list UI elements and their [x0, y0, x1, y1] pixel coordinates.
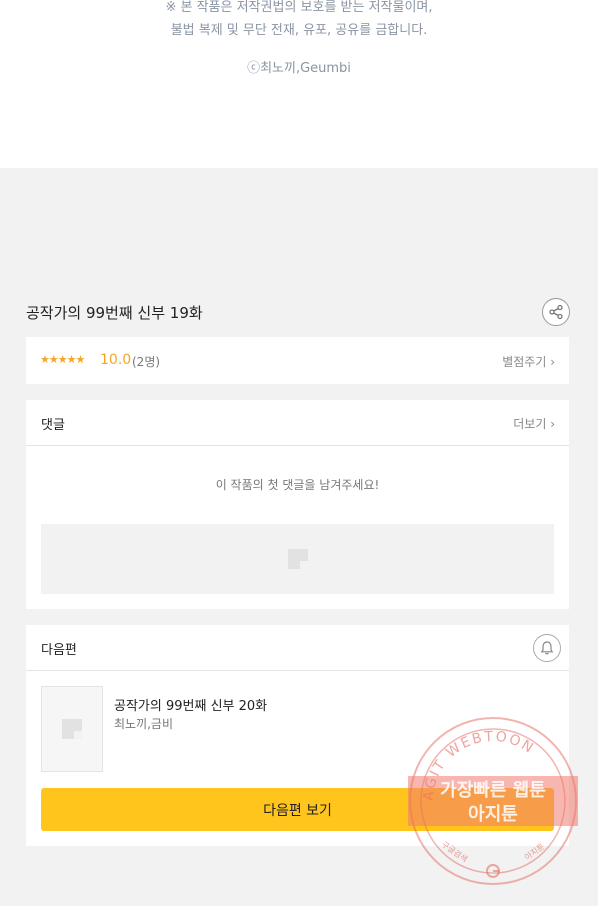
- next-episode-header: 다음편: [26, 625, 569, 671]
- next-episode-card: 다음편 공작가의 99번째 신부 20화 최노끼,금비 다음편 보기: [26, 625, 569, 846]
- share-icon: [549, 304, 563, 320]
- next-episode-button[interactable]: 다음편 보기: [41, 788, 554, 831]
- episode-title: 공작가의 99번째 신부 19화: [26, 304, 203, 322]
- rating-stars: ★★★★★: [40, 353, 85, 366]
- bell-icon: [540, 641, 554, 655]
- google-g-icon: [486, 864, 500, 878]
- notice-line-2: 불법 복제 및 무단 전재, 유포, 공유를 금합니다.: [170, 23, 428, 38]
- copyright-notice: ※ 본 작품은 저작권법의 보호를 받는 저작물이며, 불법 복제 및 무단 전…: [0, 0, 598, 168]
- comments-card: 댓글 더보기 › 이 작품의 첫 댓글을 남겨주세요!: [26, 400, 569, 609]
- rate-button[interactable]: 별점주기 ›: [502, 353, 555, 370]
- rating-count: (2명): [132, 355, 161, 369]
- notice-line-1: ※ 본 작품은 저작권법의 보호를 받는 저작물이며,: [165, 0, 433, 15]
- notification-button[interactable]: [533, 634, 561, 662]
- rating-score: 10.0: [100, 352, 132, 368]
- next-episode-label: 다음편: [41, 643, 77, 658]
- next-episode-thumbnail[interactable]: [41, 686, 103, 772]
- comments-header: 댓글 더보기 ›: [26, 400, 569, 446]
- comment-input-area[interactable]: [41, 524, 554, 594]
- copyright-text: ⓒ최노끼,Geumbi: [247, 61, 351, 76]
- next-episode-title[interactable]: 공작가의 99번째 신부 20화: [114, 695, 267, 714]
- comments-title: 댓글: [41, 418, 65, 433]
- next-episode-author: 최노끼,금비: [114, 717, 174, 731]
- share-button[interactable]: [542, 298, 570, 326]
- image-placeholder-icon: [62, 719, 82, 739]
- image-placeholder-icon: [288, 549, 308, 569]
- rating-card: ★★★★★ 10.0 (2명) 별점주기 ›: [26, 337, 569, 384]
- empty-comments-message: 이 작품의 첫 댓글을 남겨주세요!: [215, 478, 380, 492]
- comments-more-link[interactable]: 더보기 ›: [513, 415, 555, 432]
